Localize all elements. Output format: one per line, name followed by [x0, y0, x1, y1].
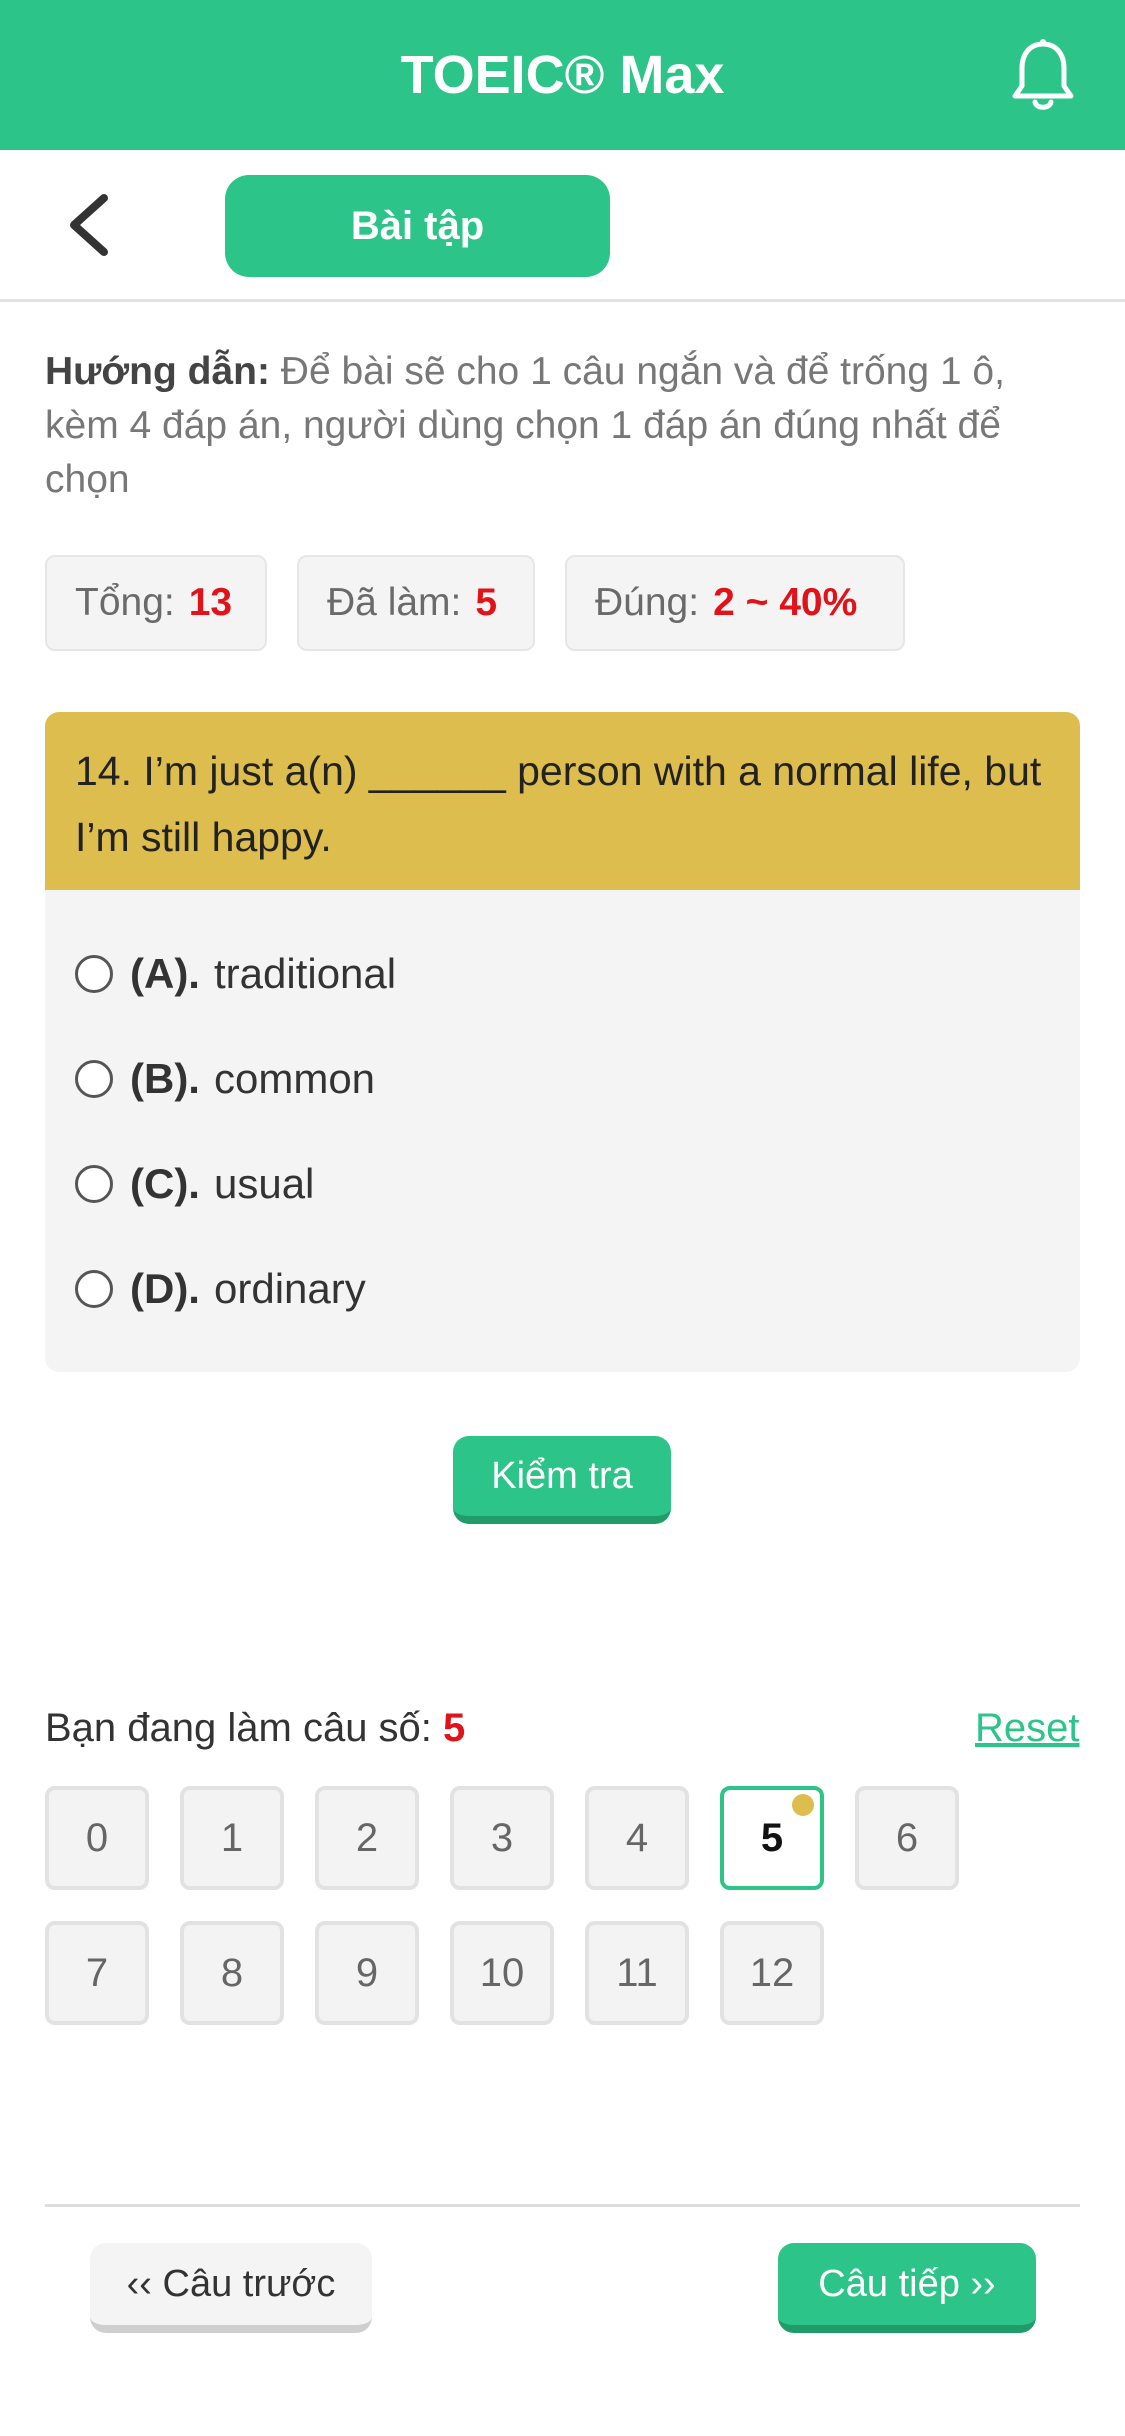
- current-question-text: Bạn đang làm câu số:: [45, 1706, 432, 1750]
- reset-link[interactable]: Reset: [975, 1700, 1080, 1756]
- tab-bai-tap[interactable]: Bài tập: [225, 175, 610, 277]
- answer-options: (A). traditional (B). common (C). usual (D)…: [45, 890, 1080, 1372]
- stat-done-label: Đã làm:: [327, 581, 462, 624]
- option-c-text: usual: [213, 1160, 315, 1207]
- option-b-text: common: [213, 1055, 376, 1102]
- question-number-5[interactable]: 5: [720, 1786, 824, 1890]
- stat-total-label: Tổng:: [75, 581, 175, 624]
- question-number-10[interactable]: 10: [450, 1921, 554, 2025]
- prev-question-button[interactable]: ‹‹ Câu trước: [90, 2243, 372, 2333]
- question-number-6[interactable]: 6: [855, 1786, 959, 1890]
- sub-header: Bài tập: [0, 150, 1125, 302]
- current-question-number: 5: [443, 1706, 466, 1750]
- option-b-letter: (B).: [130, 1055, 200, 1102]
- option-c[interactable]: (C). usual: [75, 1149, 975, 1219]
- question-number-1[interactable]: 1: [180, 1786, 284, 1890]
- stat-total: Tổng: 13: [45, 555, 267, 651]
- footer-divider: [45, 2204, 1080, 2207]
- stat-correct-label: Đúng:: [595, 581, 700, 624]
- radio-d[interactable]: [75, 1270, 113, 1308]
- instructions: Hướng dẫn: Để bài sẽ cho 1 câu ngắn và đ…: [45, 345, 1085, 507]
- instructions-label: Hướng dẫn:: [45, 350, 270, 393]
- stat-correct-value: 2 ~ 40%: [713, 581, 858, 624]
- option-d-text: ordinary: [213, 1265, 366, 1312]
- radio-a[interactable]: [75, 955, 113, 993]
- radio-c[interactable]: [75, 1165, 113, 1203]
- current-question-label: Bạn đang làm câu số: 5: [45, 1700, 465, 1756]
- question-number-12[interactable]: 12: [720, 1921, 824, 2025]
- option-a-text: traditional: [213, 950, 397, 997]
- option-c-letter: (C).: [130, 1160, 200, 1207]
- bell-icon[interactable]: [1008, 38, 1078, 114]
- option-b[interactable]: (B). common: [75, 1044, 975, 1114]
- question-number-7[interactable]: 7: [45, 1921, 149, 2025]
- question-number-9[interactable]: 9: [315, 1921, 419, 2025]
- stat-correct: Đúng: 2 ~ 40%: [565, 555, 905, 651]
- check-button[interactable]: Kiểm tra: [453, 1436, 671, 1524]
- question-number-11[interactable]: 11: [585, 1921, 689, 2025]
- question-number-4[interactable]: 4: [585, 1786, 689, 1890]
- chevron-left-icon[interactable]: [60, 190, 120, 260]
- app-title: TOEIC® Max: [400, 45, 725, 105]
- stat-total-value: 13: [188, 581, 233, 624]
- question-number-3[interactable]: 3: [450, 1786, 554, 1890]
- next-question-button[interactable]: Câu tiếp ››: [778, 2243, 1036, 2333]
- option-a[interactable]: (A). traditional: [75, 939, 975, 1009]
- option-a-letter: (A).: [130, 950, 200, 997]
- question-number-8[interactable]: 8: [180, 1921, 284, 2025]
- question-text: 14. I’m just a(n) ______ person with a n…: [45, 712, 1080, 890]
- page: TOEIC® Max Bài tập Hướng dẫn: Để bài sẽ …: [0, 0, 1125, 2436]
- question-number-0[interactable]: 0: [45, 1786, 149, 1890]
- stat-done-value: 5: [475, 581, 498, 624]
- option-d[interactable]: (D). ordinary: [75, 1254, 975, 1324]
- option-d-letter: (D).: [130, 1265, 200, 1312]
- question-number-2[interactable]: 2: [315, 1786, 419, 1890]
- app-bar: TOEIC® Max: [0, 0, 1125, 150]
- stat-done: Đã làm: 5: [297, 555, 535, 651]
- question-number-5-label: 5: [760, 1816, 784, 1860]
- radio-b[interactable]: [75, 1060, 113, 1098]
- current-indicator-dot: [792, 1794, 814, 1816]
